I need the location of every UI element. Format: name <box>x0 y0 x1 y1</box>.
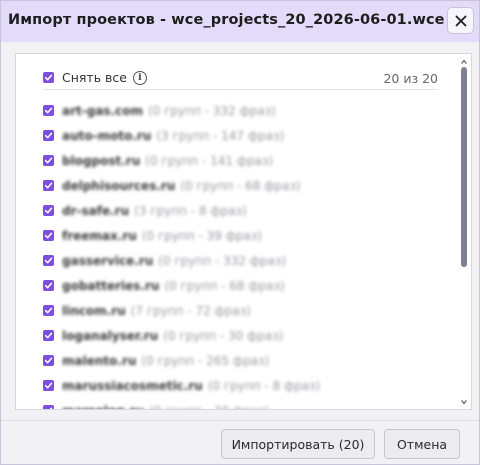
project-checkbox[interactable] <box>43 205 54 216</box>
project-stats: (0 групп - 68 фраз) <box>164 278 285 293</box>
check-icon <box>44 232 53 239</box>
info-icon[interactable]: i <box>132 70 147 85</box>
project-stats: (7 групп - 72 фраз) <box>130 303 251 318</box>
projects-panel: Снять все i 20 из 20 art-gas.com (0 групп… <box>15 53 472 410</box>
import-button[interactable]: Импортировать (20) <box>221 429 375 459</box>
project-name: lincom.ru <box>62 303 126 318</box>
project-stats: (0 групп - 30 фраз) <box>149 404 269 410</box>
project-name: malento.ru <box>62 353 137 368</box>
project-name: marussiacosmetic.ru <box>62 378 203 393</box>
project-list-item[interactable]: delphisources.ru (0 групп - 68 фраз) <box>43 173 443 198</box>
project-checkbox[interactable] <box>43 380 54 391</box>
scroll-thumb[interactable] <box>461 67 467 267</box>
project-stats: (0 групп - 332 фраз) <box>147 103 276 118</box>
project-stats: (0 групп - 30 фраз) <box>163 328 284 343</box>
project-stats: (0 групп - 39 фраз) <box>141 228 262 243</box>
project-name: auto-moto.ru <box>62 128 152 143</box>
close-icon <box>455 15 466 26</box>
project-checkbox[interactable] <box>43 105 54 116</box>
project-name: delphisources.ru <box>62 178 176 193</box>
project-checkbox[interactable] <box>43 405 54 409</box>
check-icon <box>44 207 53 214</box>
project-checkbox[interactable] <box>43 230 54 241</box>
project-checkbox[interactable] <box>43 130 54 141</box>
project-stats: (3 групп - 147 фраз) <box>156 128 285 143</box>
dialog-titlebar: Импорт проектов - wce_projects_20_2026-0… <box>1 1 479 42</box>
dialog-title: Импорт проектов - wce_projects_20_2026-0… <box>8 12 445 28</box>
check-icon <box>49 407 53 409</box>
project-list-item[interactable]: marsolog.ru (0 групп - 30 фраз) <box>43 398 443 410</box>
dialog-footer: Импортировать (20) Отмена <box>1 420 479 464</box>
project-name: dr-safe.ru <box>62 203 130 218</box>
project-stats: (0 групп - 141 фраз) <box>145 153 274 168</box>
check-icon <box>44 307 53 314</box>
project-checkbox[interactable] <box>43 355 54 366</box>
project-stats: (0 групп - 265 фраз) <box>141 353 270 368</box>
project-checkbox[interactable] <box>43 280 54 291</box>
project-stats: (0 групп - 332 фраз) <box>158 253 287 268</box>
import-projects-dialog: Импорт проектов - wce_projects_20_2026-0… <box>0 0 480 465</box>
scrollbar[interactable] <box>459 58 469 406</box>
check-icon <box>44 282 53 289</box>
select-all-checkbox[interactable] <box>43 72 54 83</box>
project-name: freemax.ru <box>62 228 137 243</box>
project-checkbox[interactable] <box>43 305 54 316</box>
project-list-item[interactable]: gasservice.ru (0 групп - 332 фраз) <box>43 248 443 273</box>
check-icon <box>44 107 53 114</box>
check-icon <box>44 357 53 364</box>
project-list-item[interactable]: gobatteries.ru (0 групп - 68 фраз) <box>43 273 443 298</box>
scroll-up-arrow-icon[interactable] <box>460 58 468 66</box>
check-icon <box>44 382 53 389</box>
project-name: gasservice.ru <box>62 253 154 268</box>
project-list: art-gas.com (0 групп - 332 фраз) auto-moto… <box>43 98 443 410</box>
project-list-item[interactable]: marussiacosmetic.ru (0 групп - 8 фраз) <box>43 373 443 398</box>
select-all-label[interactable]: Снять все <box>62 70 127 85</box>
project-checkbox[interactable] <box>43 255 54 266</box>
project-stats: (3 групп - 8 фраз) <box>134 203 247 218</box>
project-name: blogpost.ru <box>62 153 141 168</box>
project-checkbox[interactable] <box>43 180 54 191</box>
project-name: loganalyser.ru <box>62 328 159 343</box>
project-list-item[interactable]: auto-moto.ru (3 групп - 147 фраз) <box>43 123 443 148</box>
check-icon <box>44 182 53 189</box>
selected-count: 20 из 20 <box>383 71 438 86</box>
project-list-item[interactable]: lincom.ru (7 групп - 72 фраз) <box>43 298 443 323</box>
cancel-button[interactable]: Отмена <box>384 429 460 459</box>
project-list-item[interactable]: loganalyser.ru (0 групп - 30 фраз) <box>43 323 443 348</box>
project-list-item[interactable]: malento.ru (0 групп - 265 фраз) <box>43 348 443 373</box>
scroll-down-arrow-icon[interactable] <box>460 398 468 406</box>
check-icon <box>44 132 53 139</box>
check-icon <box>44 332 53 339</box>
project-name: art-gas.com <box>62 103 143 118</box>
check-icon <box>44 257 53 264</box>
check-icon <box>44 74 53 81</box>
project-name: marsolog.ru <box>62 404 144 410</box>
project-list-item[interactable]: blogpost.ru (0 групп - 141 фраз) <box>43 148 443 173</box>
project-name: gobatteries.ru <box>62 278 160 293</box>
project-checkbox[interactable] <box>43 155 54 166</box>
select-all-row: Снять все i 20 из 20 <box>43 68 438 90</box>
project-list-item[interactable]: art-gas.com (0 групп - 332 фраз) <box>43 98 443 123</box>
close-button[interactable] <box>447 7 474 34</box>
project-list-item[interactable]: dr-safe.ru (3 групп - 8 фраз) <box>43 198 443 223</box>
project-list-item[interactable]: freemax.ru (0 групп - 39 фраз) <box>43 223 443 248</box>
project-stats: (0 групп - 8 фраз) <box>207 378 321 393</box>
check-icon <box>44 157 53 164</box>
project-stats: (0 групп - 68 фраз) <box>180 178 301 193</box>
project-checkbox[interactable] <box>43 330 54 341</box>
